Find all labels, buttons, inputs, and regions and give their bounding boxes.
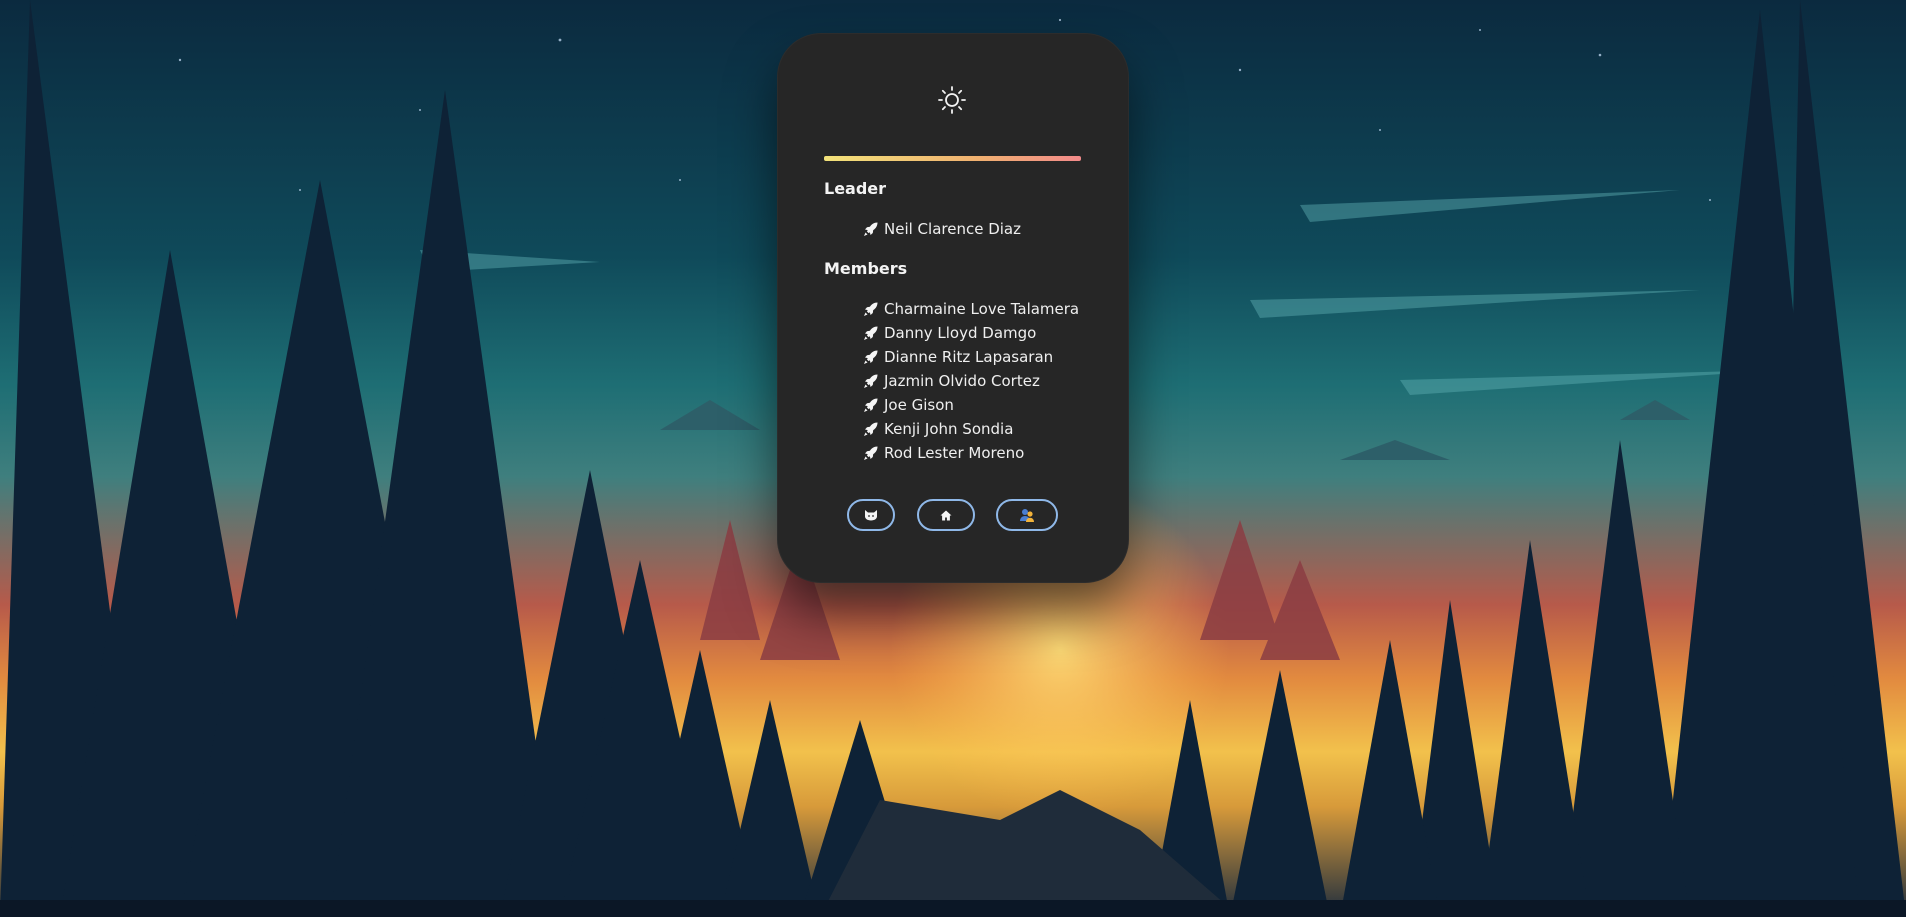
rocket-icon xyxy=(863,221,879,237)
rocket-icon xyxy=(863,373,879,389)
home-button[interactable] xyxy=(917,499,975,531)
list-item: Kenji John Sondia xyxy=(863,417,1079,441)
list-item: Rod Lester Moreno xyxy=(863,441,1079,465)
github-cat-icon xyxy=(865,510,877,521)
list-item: Charmaine Love Talamera xyxy=(863,297,1079,321)
member-name: Dianne Ritz Lapasaran xyxy=(884,348,1054,366)
rocket-icon xyxy=(863,301,879,317)
list-item: Dianne Ritz Lapasaran xyxy=(863,345,1079,369)
member-name: Charmaine Love Talamera xyxy=(884,300,1080,318)
rocket-icon xyxy=(863,421,879,437)
sun-icon xyxy=(938,86,966,114)
member-name: Rod Lester Moreno xyxy=(884,444,1025,462)
leader-list: Neil Clarence Diaz xyxy=(863,217,1021,241)
member-name: Danny Lloyd Damgo xyxy=(884,324,1037,342)
landscape-background: Leader Neil Clarence Diaz Members Charma… xyxy=(0,0,1906,917)
team-card: Leader Neil Clarence Diaz Members Charma… xyxy=(777,33,1129,583)
github-button[interactable] xyxy=(847,499,895,531)
people-icon xyxy=(1020,509,1034,522)
members-list: Charmaine Love Talamera Danny Lloyd Damg… xyxy=(863,297,1079,465)
theme-toggle-button[interactable] xyxy=(927,75,977,125)
list-item: Jazmin Olvido Cortez xyxy=(863,369,1079,393)
rocket-icon xyxy=(863,445,879,461)
home-icon xyxy=(940,510,952,520)
leader-name: Neil Clarence Diaz xyxy=(884,220,1021,238)
rocket-icon xyxy=(863,325,879,341)
accent-divider xyxy=(824,156,1081,161)
members-heading: Members xyxy=(824,259,908,278)
list-item: Danny Lloyd Damgo xyxy=(863,321,1079,345)
member-name: Joe Gison xyxy=(884,396,954,414)
list-item: Neil Clarence Diaz xyxy=(863,217,1021,241)
leader-heading: Leader xyxy=(824,179,887,198)
rocket-icon xyxy=(863,349,879,365)
team-button[interactable] xyxy=(996,499,1058,531)
member-name: Jazmin Olvido Cortez xyxy=(884,372,1040,390)
list-item: Joe Gison xyxy=(863,393,1079,417)
rocket-icon xyxy=(863,397,879,413)
member-name: Kenji John Sondia xyxy=(884,420,1014,438)
